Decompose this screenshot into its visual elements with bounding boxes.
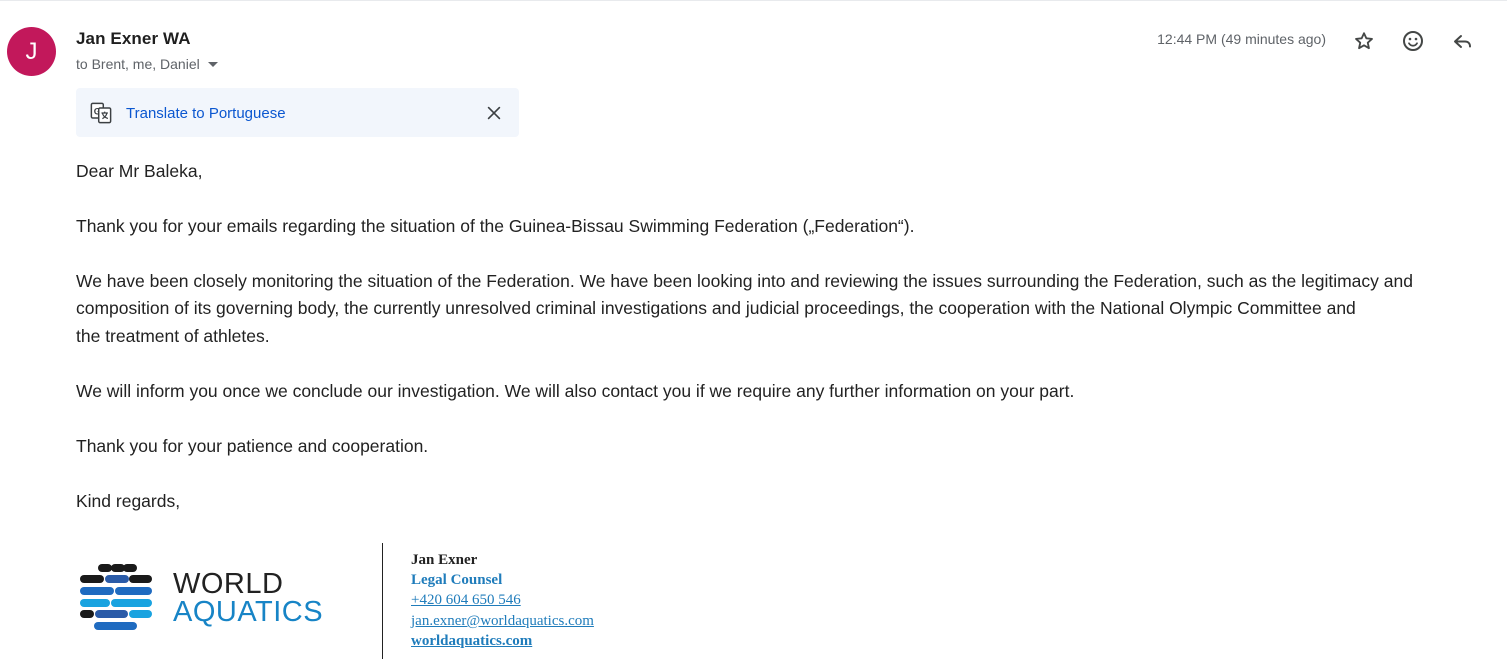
message-timestamp: 12:44 PM (49 minutes ago) — [1157, 31, 1326, 47]
translate-link[interactable]: Translate to Portuguese — [126, 105, 286, 122]
signature-phone-link[interactable]: +420 604 650 546 — [411, 592, 521, 609]
greeting: Dear Mr Baleka, — [76, 161, 203, 181]
body-paragraph: Thank you for your emails regarding the … — [76, 216, 915, 236]
body-paragraph: We will inform you once we conclude our … — [76, 381, 1075, 401]
body-paragraph: Thank you for your patience and cooperat… — [76, 436, 429, 456]
recipients-label: to Brent, me, Daniel — [76, 56, 200, 72]
star-icon — [1355, 32, 1373, 50]
emoji-icon — [1403, 31, 1423, 51]
world-aquatics-logo-mark — [80, 564, 152, 630]
logo-wordmark-aquatics: AQUATICS — [173, 596, 324, 628]
reply-icon — [1454, 35, 1471, 48]
top-divider — [0, 0, 1507, 1]
signature-email-link[interactable]: jan.exner@worldaquatics.com — [411, 613, 594, 630]
sender-name[interactable]: Jan Exner WA — [76, 29, 191, 49]
signature-name: Jan Exner — [411, 552, 478, 568]
reply-button[interactable] — [1450, 28, 1476, 54]
signature-website-link[interactable]: worldaquatics.com — [411, 633, 532, 650]
recipients-toggle[interactable]: to Brent, me, Daniel — [76, 56, 218, 72]
chevron-down-icon[interactable] — [207, 61, 218, 67]
close-icon[interactable] — [484, 103, 504, 123]
closing: Kind regards, — [76, 491, 181, 511]
body-paragraph-line: composition of its governing body, the c… — [76, 298, 1356, 318]
add-reaction-button[interactable] — [1400, 28, 1426, 54]
translate-banner: G Translate to Portuguese — [76, 88, 519, 137]
body-paragraph-line: the treatment of athletes. — [76, 326, 270, 346]
translate-icon: G — [90, 102, 112, 124]
signature-divider — [382, 543, 383, 659]
sender-avatar[interactable]: J — [7, 27, 56, 76]
signature-title: Legal Counsel — [411, 572, 503, 588]
star-button[interactable] — [1351, 28, 1377, 54]
body-paragraph-line: We have been closely monitoring the situ… — [76, 271, 1413, 291]
